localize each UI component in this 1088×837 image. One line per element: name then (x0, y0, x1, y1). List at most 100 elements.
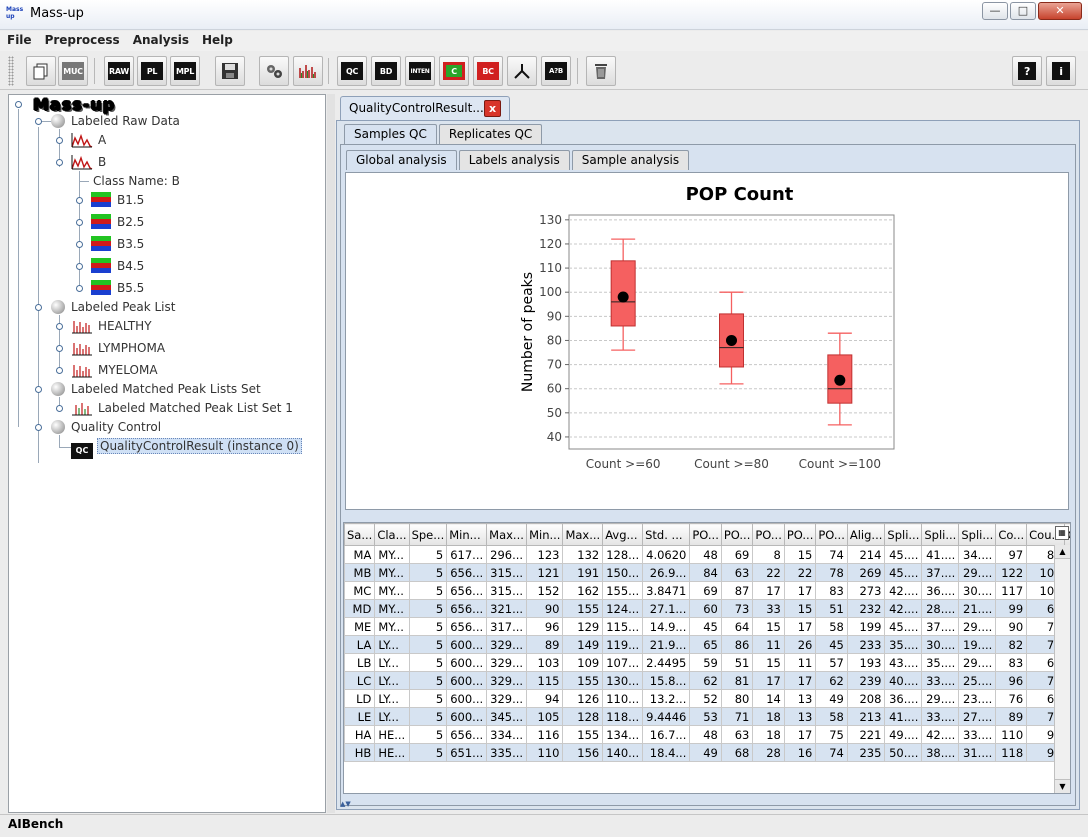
a-button[interactable]: A?B (541, 56, 571, 86)
column-header[interactable]: Max... (562, 523, 604, 546)
column-header[interactable]: PO... (689, 523, 722, 546)
tree-peak-list-myeloma[interactable]: MYELOMA (71, 361, 160, 379)
column-header[interactable]: Alig... (846, 523, 886, 546)
tree-labeled-raw-data[interactable]: Labeled Raw Data (51, 112, 182, 130)
save-button[interactable] (215, 56, 245, 86)
tab-replicates-qc[interactable]: Replicates QC (438, 124, 543, 144)
mpl-button[interactable]: MPL (170, 56, 200, 86)
column-header[interactable]: Co... (995, 523, 1028, 546)
tree-expand-handle[interactable] (76, 197, 83, 204)
qc-button[interactable]: QC (337, 56, 367, 86)
tree-expand-handle[interactable] (56, 323, 63, 330)
toolbar-grip[interactable] (8, 56, 14, 86)
minimize-button[interactable]: — (982, 2, 1008, 20)
tree-sample[interactable]: B3.5 (91, 235, 146, 253)
tree-peak-list-lymphoma[interactable]: LYMPHOMA (71, 339, 167, 357)
tree-expand-handle[interactable] (56, 137, 63, 144)
star-button[interactable] (507, 56, 537, 86)
close-window-button[interactable]: ✕ (1038, 2, 1082, 20)
table-row[interactable]: LA LY... 5 600... 329... 89 149 119... 21.9... 65… (344, 635, 1070, 654)
tree-raw-b[interactable]: B (71, 153, 108, 171)
split-pane-divider[interactable] (327, 94, 335, 813)
table-row[interactable]: MD MY... 5 656... 321... 90 155 124... 27.1... 60… (344, 599, 1070, 618)
column-header[interactable]: Max... (486, 523, 528, 546)
tree-expand-handle[interactable] (56, 367, 63, 374)
tree-expand-handle[interactable] (56, 405, 63, 412)
intensity-button[interactable]: INTEN (405, 56, 435, 86)
tab-global-analysis[interactable]: Global analysis (346, 150, 457, 170)
tree-sample[interactable]: B1.5 (91, 191, 146, 209)
tree-raw-a[interactable]: A (71, 131, 108, 149)
tree-matched-peak-list-set-1[interactable]: Labeled Matched Peak List Set 1 (71, 399, 295, 417)
column-header[interactable]: PO... (720, 523, 754, 546)
tree-labeled-peak-list[interactable]: Labeled Peak List (51, 298, 177, 316)
column-header[interactable]: Min... (526, 523, 564, 546)
tree-qc-result[interactable]: QC QualityControlResult (instance 0) (71, 437, 302, 459)
table-row[interactable]: HA HE... 5 656... 334... 116 155 134... 16.7... 4… (344, 725, 1070, 744)
table-row[interactable]: MA MY... 5 617... 296... 123 132 128... 4.0620 48… (344, 545, 1070, 564)
tree-matched-peak-lists-set[interactable]: Labeled Matched Peak Lists Set (51, 380, 263, 398)
scroll-up-icon[interactable]: ▲ (1055, 545, 1070, 559)
menu-file[interactable]: File (0, 31, 38, 47)
column-header[interactable]: Spli... (958, 523, 997, 546)
table-row[interactable]: LD LY... 5 600... 329... 94 126 110... 13.2... 52… (344, 689, 1070, 708)
new-document-button[interactable] (26, 56, 56, 86)
tab-labels-analysis[interactable]: Labels analysis (458, 150, 570, 170)
column-header[interactable]: Spli... (921, 523, 960, 546)
bd-button[interactable]: BD (371, 56, 401, 86)
column-header[interactable]: Spe... (408, 523, 448, 546)
table-row[interactable]: LC LY... 5 600... 329... 115 155 130... 15.8... 6… (344, 671, 1070, 690)
pl-button[interactable]: PL (137, 56, 167, 86)
tree-sample[interactable]: B2.5 (91, 213, 146, 231)
table-row[interactable]: LB LY... 5 600... 329... 103 109 107... 2.4495 59… (344, 653, 1070, 672)
project-tree[interactable]: Mass-up Labeled Raw Data A B Class Name:… (8, 94, 326, 813)
column-control-icon[interactable]: ▦ (1055, 526, 1069, 540)
scroll-down-icon[interactable]: ▼ (1055, 779, 1070, 793)
column-header[interactable]: Avg... (602, 523, 644, 546)
split-arrows-icon[interactable]: ▲▼ (340, 800, 351, 808)
tree-sample[interactable]: B5.5 (91, 279, 146, 297)
tree-expand-handle[interactable] (35, 424, 42, 431)
tree-expand-handle[interactable] (76, 219, 83, 226)
tab-samples-qc[interactable]: Samples QC (344, 124, 437, 144)
close-tab-icon[interactable]: x (484, 100, 501, 117)
column-header[interactable]: Spli... (884, 523, 923, 546)
tree-expand-handle[interactable] (56, 159, 63, 166)
menu-analysis[interactable]: Analysis (126, 31, 195, 47)
table-vertical-scrollbar[interactable]: ▲ ▼ (1054, 545, 1070, 793)
muc-button[interactable]: MUC (58, 56, 88, 86)
table-row[interactable]: ME MY... 5 656... 317... 96 129 115... 14.9... 45… (344, 617, 1070, 636)
table-row[interactable]: MB MY... 5 656... 315... 121 191 150... 26.9... 8… (344, 563, 1070, 582)
column-header[interactable]: PO... (783, 523, 817, 546)
tree-quality-control[interactable]: Quality Control (51, 418, 163, 436)
table-row[interactable]: LE LY... 5 600... 345... 105 128 118... 9.4446 53… (344, 707, 1070, 726)
column-header[interactable]: PO... (752, 523, 785, 546)
bc-button[interactable]: BC (473, 56, 503, 86)
delete-button[interactable] (586, 56, 616, 86)
tree-expand-handle[interactable] (35, 118, 42, 125)
tree-expand-handle[interactable] (76, 285, 83, 292)
tree-expand-handle[interactable] (35, 304, 42, 311)
tab-sample-analysis[interactable]: Sample analysis (571, 150, 690, 170)
menu-preprocess[interactable]: Preprocess (38, 31, 126, 47)
clustering-button[interactable]: C (439, 56, 469, 86)
table-row[interactable]: MC MY... 5 656... 315... 152 162 155... 3.8471 69… (344, 581, 1070, 600)
document-tab[interactable]: QualityControlResult... x (340, 96, 510, 120)
column-header[interactable]: PO... (815, 523, 848, 546)
table-row[interactable]: HB HE... 5 651... 335... 110 156 140... 18.4... 4… (344, 743, 1070, 762)
tree-sample[interactable]: B4.5 (91, 257, 146, 275)
column-header[interactable]: Cla... (374, 523, 410, 546)
chart-button[interactable] (293, 56, 323, 86)
tree-peak-list-healthy[interactable]: HEALTHY (71, 317, 154, 335)
raw-button[interactable]: RAW (104, 56, 134, 86)
maximize-button[interactable]: □ (1010, 2, 1036, 20)
help-button[interactable]: ? (1012, 56, 1042, 86)
column-header[interactable]: Min... (446, 523, 488, 546)
samples-table[interactable]: Sa... Cla... Spe... Min... Max... Min... Max..… (343, 522, 1071, 794)
info-button[interactable]: i (1046, 56, 1076, 86)
column-header[interactable]: Sa... (344, 523, 376, 546)
menu-help[interactable]: Help (195, 31, 239, 47)
column-header[interactable]: Std. ... (642, 523, 691, 546)
tree-expand-handle[interactable] (76, 241, 83, 248)
tree-expand-handle[interactable] (35, 386, 42, 393)
